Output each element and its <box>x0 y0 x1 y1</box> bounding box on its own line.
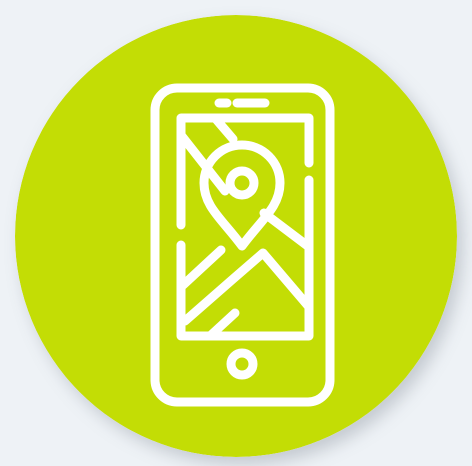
page-canvas <box>0 0 472 466</box>
mobile-map-location-icon <box>15 15 457 457</box>
icon-badge <box>15 15 457 457</box>
